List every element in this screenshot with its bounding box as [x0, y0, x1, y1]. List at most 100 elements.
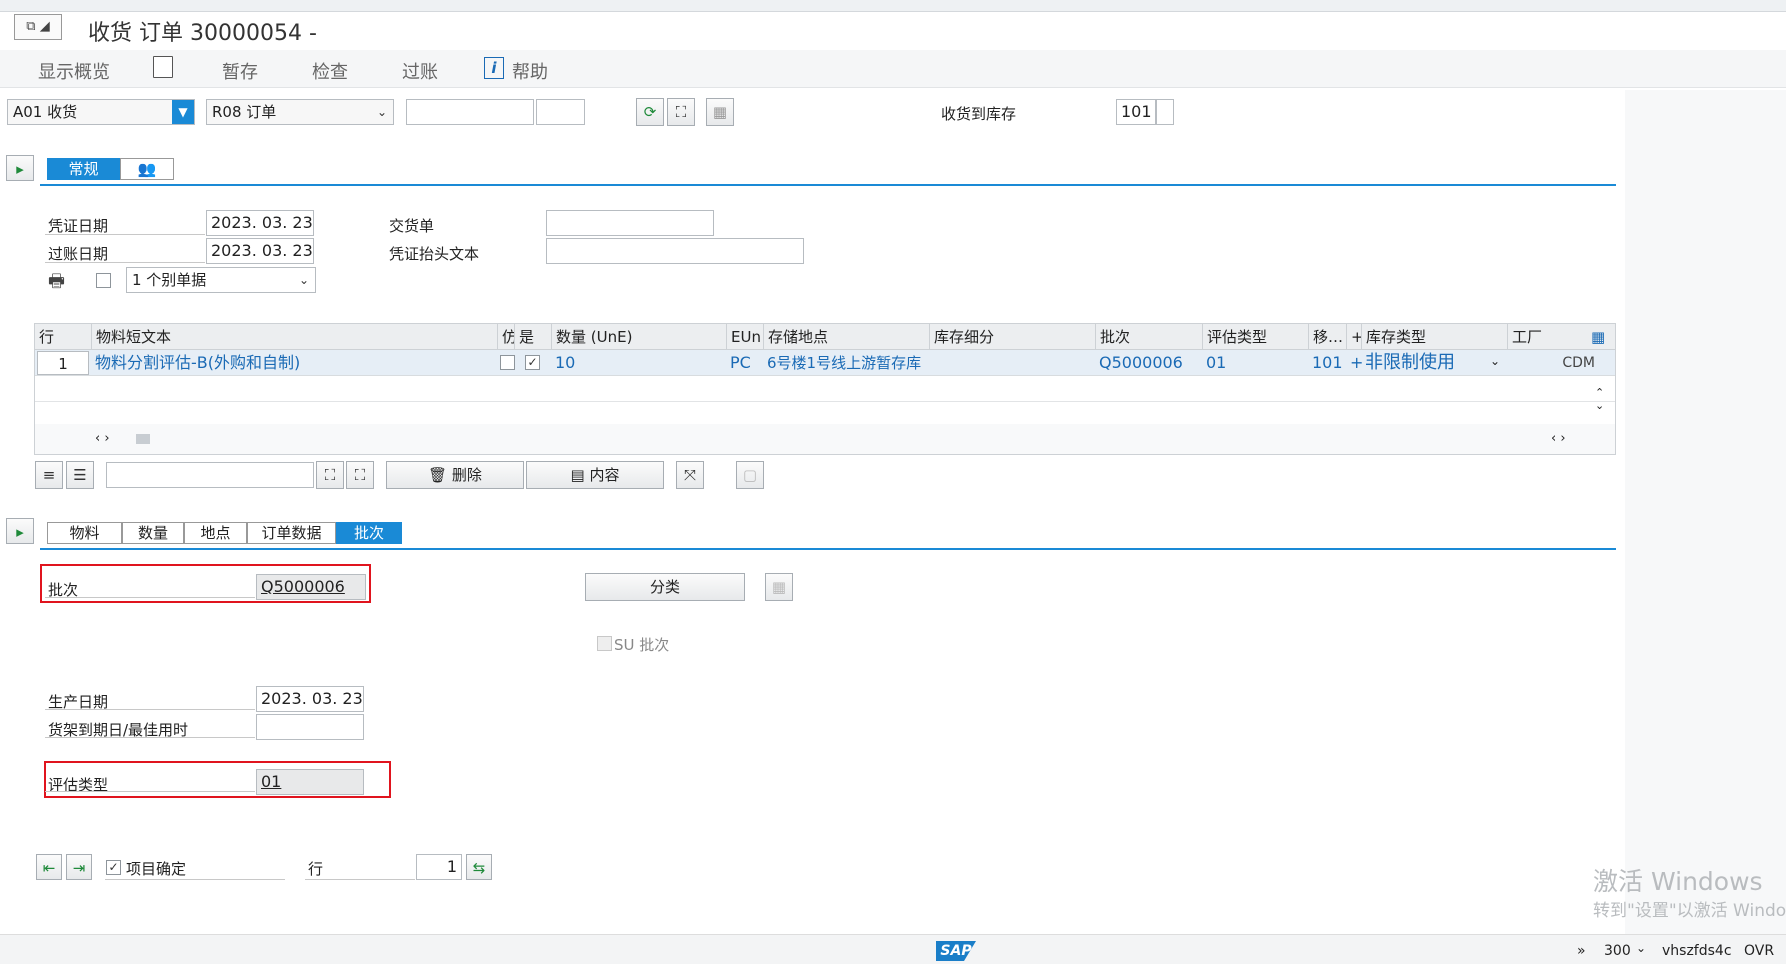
col-text[interactable]: 物料短文本 — [92, 324, 498, 350]
table-row[interactable] — [35, 376, 1615, 402]
col-valtype[interactable]: 评估类型 — [1203, 324, 1309, 350]
overview-button[interactable]: 显示概览 — [38, 58, 110, 84]
binoculars-icon[interactable]: ⛶ — [316, 461, 344, 489]
header-text-input[interactable] — [546, 238, 804, 264]
line-input[interactable]: 1 — [416, 854, 462, 880]
row-qty[interactable]: 10 — [552, 350, 727, 376]
col-fake[interactable]: 仿 — [498, 324, 515, 350]
movement-indicator-input[interactable] — [1156, 99, 1174, 125]
valtype-field[interactable]: 01 — [256, 769, 364, 795]
system-strip — [0, 0, 1786, 12]
content-button[interactable]: ▤ 内容 — [526, 461, 664, 489]
row-batch[interactable]: Q5000006 — [1096, 350, 1203, 376]
hold-button[interactable]: 暂存 — [222, 58, 258, 84]
delivery-input[interactable] — [546, 210, 714, 236]
divider — [45, 709, 255, 710]
new-document-icon[interactable] — [153, 56, 173, 78]
row-sloc[interactable]: 6号楼1号线上游暂存库 — [764, 350, 930, 376]
row-fake-checkbox[interactable] — [500, 355, 515, 370]
shelf-life-input[interactable] — [256, 714, 364, 740]
tab-quantity[interactable]: 数量 — [122, 522, 184, 544]
input-mode: OVR — [1744, 943, 1775, 959]
goto-line-icon[interactable]: ⇆ — [466, 854, 492, 880]
order-number-input[interactable] — [406, 99, 534, 125]
sap-logo: SAP — [936, 941, 976, 961]
row-ok-checkbox[interactable]: ✓ — [525, 355, 540, 370]
prev-item-icon[interactable]: ⇤ — [36, 854, 62, 880]
lock-icon[interactable]: ▢ — [736, 461, 764, 489]
row-unit[interactable]: PC — [727, 350, 764, 376]
collapse-header-icon[interactable]: ▸ — [6, 155, 34, 181]
col-batch[interactable]: 批次 — [1096, 324, 1203, 350]
execute-icon[interactable]: ⟳ — [636, 98, 664, 126]
chevron-down-icon[interactable]: ⌄ — [1636, 941, 1646, 955]
post-button[interactable]: 过账 — [402, 58, 438, 84]
collapse-detail-icon[interactable]: ▸ — [6, 518, 34, 544]
align-top-icon[interactable]: ≡ — [35, 461, 63, 489]
right-margin — [1625, 90, 1786, 934]
filter-icon[interactable]: ☰ — [66, 461, 94, 489]
info-icon[interactable]: i — [484, 57, 504, 79]
scroll-right-icon[interactable]: ‹ › — [1551, 431, 1566, 446]
item-ok-checkbox[interactable]: ✓ — [106, 860, 121, 875]
chevron-down-icon[interactable]: ⌄ — [1490, 354, 1500, 368]
batch-field[interactable]: Q5000006 — [256, 574, 366, 600]
tab-material[interactable]: 物料 — [47, 522, 122, 544]
col-substock[interactable]: 库存细分 — [930, 324, 1096, 350]
col-line[interactable]: 行 — [35, 324, 92, 350]
print-option-select[interactable]: 1 个别单据 ⌄ — [126, 267, 316, 293]
divider — [45, 234, 205, 235]
post-date-label: 过账日期 — [48, 245, 109, 263]
tab-order-data[interactable]: 订单数据 — [247, 522, 336, 544]
row-substock[interactable] — [930, 350, 1096, 376]
people-icon[interactable]: 👥 — [120, 158, 174, 180]
scroll-left-icon[interactable]: ‹ › — [95, 431, 110, 446]
reference-select[interactable]: R08 订单 ⌄ — [206, 99, 394, 125]
check-button[interactable]: 检查 — [312, 58, 348, 84]
tab-location[interactable]: 地点 — [184, 522, 247, 544]
su-batch-checkbox[interactable] — [597, 636, 612, 651]
col-mvt[interactable]: 移… — [1309, 324, 1347, 350]
delete-button[interactable]: 🗑 删除 — [386, 461, 524, 489]
transaction-select[interactable]: A01 收货 ▼ — [7, 99, 195, 125]
classify-grid-icon[interactable]: ▦ — [765, 573, 793, 601]
col-sloc[interactable]: 存储地点 — [764, 324, 930, 350]
col-plant[interactable]: 工厂 — [1508, 324, 1588, 350]
fullscreen-icon[interactable]: ⤧ — [676, 461, 704, 489]
movement-type-input[interactable]: 101 — [1116, 99, 1156, 125]
grid-icon[interactable]: ▦ — [706, 98, 734, 126]
binoculars-icon[interactable]: ⛶ — [667, 98, 695, 126]
table-search-input[interactable] — [106, 462, 314, 488]
doc-date-input[interactable]: 2023. 03. 23 — [206, 210, 314, 236]
table-row[interactable] — [35, 402, 1615, 424]
expand-status-icon[interactable]: » — [1577, 943, 1586, 959]
row-plant[interactable]: CDM — [1555, 350, 1595, 376]
window-menu-icon[interactable]: ⧉ ◢ — [14, 14, 62, 40]
table-settings-icon[interactable]: ▦ — [1591, 328, 1609, 346]
tab-batch[interactable]: 批次 — [336, 522, 402, 544]
col-plus[interactable]: + — [1347, 324, 1362, 350]
row-plus[interactable]: + — [1347, 350, 1362, 376]
col-stocktype[interactable]: 库存类型 — [1362, 324, 1508, 350]
scrollbar-thumb[interactable] — [136, 434, 150, 444]
row-text[interactable]: 物料分割评估-B(外购和自制) — [92, 350, 498, 376]
find-next-icon[interactable]: ⛶ — [346, 461, 374, 489]
next-item-icon[interactable]: ⇥ — [66, 854, 92, 880]
col-unit[interactable]: EUn — [727, 324, 764, 350]
col-ok[interactable]: 是 — [515, 324, 552, 350]
prod-date-input[interactable]: 2023. 03. 23 — [256, 686, 364, 712]
help-button[interactable]: 帮助 — [512, 58, 548, 84]
scroll-updown-icon[interactable]: ⌃ ⌄ — [1595, 386, 1604, 412]
post-date-input[interactable]: 2023. 03. 23 — [206, 238, 314, 264]
row-line-input[interactable]: 1 — [37, 351, 89, 375]
col-qty[interactable]: 数量 (UnE) — [552, 324, 727, 350]
table-row[interactable]: 1 物料分割评估-B(外购和自制) ✓ 10 PC 6号楼1号线上游暂存库 Q5… — [35, 350, 1615, 376]
order-item-input[interactable] — [536, 99, 585, 125]
print-checkbox[interactable] — [96, 273, 111, 288]
row-mvt[interactable]: 101 — [1309, 350, 1347, 376]
row-valtype[interactable]: 01 — [1203, 350, 1309, 376]
row-stocktype[interactable]: 非限制使用 — [1362, 350, 1508, 376]
classify-button[interactable]: 分类 — [585, 573, 745, 601]
tab-general[interactable]: 常规 — [47, 158, 120, 180]
delete-label: 删除 — [451, 466, 482, 484]
